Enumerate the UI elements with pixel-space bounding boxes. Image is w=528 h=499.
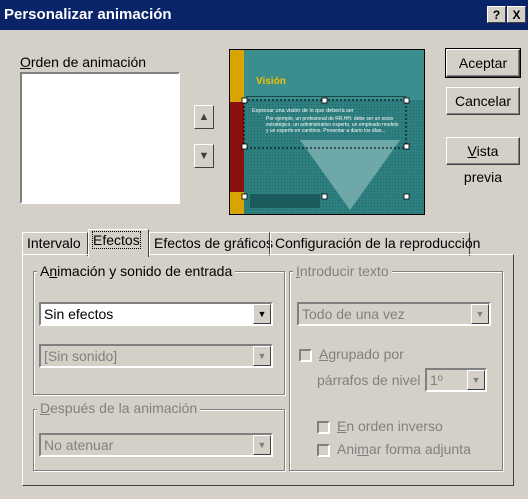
window-title: Personalizar animación bbox=[4, 6, 172, 23]
tab-interval[interactable]: Intervalo bbox=[22, 232, 88, 256]
entry-group-title-a: A bbox=[40, 263, 50, 279]
introduce-text-title: Introducir texto bbox=[293, 263, 392, 279]
help-button[interactable]: ? bbox=[487, 6, 506, 23]
move-up-button[interactable]: ▲ bbox=[194, 105, 214, 129]
introduce-text-title-rest: ntroducir texto bbox=[299, 263, 389, 279]
animate-shape-pre: Ani bbox=[337, 441, 358, 457]
tab-effects-label: Efectos bbox=[92, 231, 141, 249]
entry-effect-select[interactable]: Sin efectos ▼ bbox=[39, 302, 273, 326]
after-animation-value: No atenuar bbox=[44, 437, 114, 453]
animate-shape-mnemonic: m bbox=[357, 441, 369, 457]
slide-preview: Visión Expresar una visión de lo que deb… bbox=[229, 49, 425, 215]
animate-attached-shape-label: Animar forma adjunta bbox=[337, 441, 471, 457]
cancel-button[interactable]: Cancelar bbox=[446, 87, 520, 115]
order-label: Orden de animación bbox=[20, 54, 146, 70]
chevron-down-icon[interactable]: ▼ bbox=[253, 435, 271, 455]
slide-preview-image: Visión Expresar una visión de lo que deb… bbox=[230, 50, 424, 214]
reverse-order-label: En orden inverso bbox=[337, 418, 443, 434]
after-animation-title: Después de la animación bbox=[37, 400, 201, 416]
paragraph-level-select[interactable]: 1º ▼ bbox=[425, 368, 487, 392]
entry-group-title-rest: imación y sonido de entrada bbox=[57, 263, 233, 279]
arrow-up-icon: ▲ bbox=[198, 111, 210, 123]
preview-mnemonic: V bbox=[467, 143, 477, 159]
animation-order-list[interactable] bbox=[20, 72, 180, 204]
tab-chart-effects[interactable]: Efectos de gráficos bbox=[149, 232, 273, 256]
custom-animation-dialog: Personalizar animación ? X Orden de anim… bbox=[0, 0, 528, 499]
chevron-down-icon[interactable]: ▼ bbox=[253, 346, 271, 366]
paragraph-level-label: párrafos de nivel bbox=[317, 372, 421, 388]
slide-title: Visión bbox=[256, 76, 286, 87]
grouped-by-label: Agrupado por bbox=[319, 346, 404, 362]
reverse-order-checkbox[interactable] bbox=[317, 421, 330, 434]
entry-sound-select[interactable]: [Sin sonido] ▼ bbox=[39, 344, 273, 368]
accept-button[interactable]: Aceptar bbox=[445, 48, 521, 78]
move-down-button[interactable]: ▼ bbox=[194, 144, 214, 168]
animate-attached-shape-checkbox[interactable] bbox=[317, 444, 330, 457]
entry-group-title-mnemonic: n bbox=[49, 263, 58, 279]
arrow-down-icon: ▼ bbox=[198, 150, 210, 162]
preview-button[interactable]: Vista previa bbox=[446, 137, 520, 185]
after-animation-select[interactable]: No atenuar ▼ bbox=[39, 433, 273, 457]
animate-shape-rest: ar forma adjunta bbox=[368, 441, 471, 457]
tab-effects[interactable]: Efectos bbox=[88, 229, 149, 257]
effects-tab-panel: Animación y sonido de entrada Sin efecto… bbox=[22, 254, 514, 486]
paragraph-level-value: 1º bbox=[430, 372, 443, 388]
chevron-down-icon[interactable]: ▼ bbox=[467, 370, 485, 390]
order-label-text: rden de animación bbox=[30, 54, 147, 70]
title-bar: Personalizar animación ? X bbox=[0, 0, 528, 30]
grouped-by-mnemonic: A bbox=[319, 346, 329, 362]
introduce-text-value: Todo de una vez bbox=[302, 306, 405, 322]
after-animation-title-rest: espués de la animación bbox=[50, 400, 198, 416]
reverse-order-rest: n orden inverso bbox=[346, 418, 443, 434]
slide-bullet-2: Por ejemplo, un profesional de RR.HH. de… bbox=[266, 116, 399, 134]
entry-group bbox=[33, 271, 285, 395]
chevron-down-icon[interactable]: ▼ bbox=[253, 304, 271, 324]
reverse-order-mnemonic: E bbox=[337, 418, 347, 434]
introduce-text-select[interactable]: Todo de una vez ▼ bbox=[297, 302, 491, 326]
grouped-by-rest: grupado por bbox=[328, 346, 404, 362]
order-label-mnemonic: O bbox=[20, 54, 31, 70]
entry-group-title: Animación y sonido de entrada bbox=[37, 263, 236, 279]
entry-sound-value: [Sin sonido] bbox=[44, 348, 118, 364]
chevron-down-icon[interactable]: ▼ bbox=[471, 304, 489, 324]
slide-bullet-1: Expresar una visión de lo que debería se… bbox=[252, 108, 354, 114]
entry-effect-value: Sin efectos bbox=[44, 306, 114, 322]
after-animation-title-mnemonic: D bbox=[40, 400, 51, 416]
tab-playback-settings[interactable]: Configuración de la reproducción bbox=[270, 232, 480, 256]
grouped-by-checkbox[interactable] bbox=[299, 349, 312, 362]
close-button[interactable]: X bbox=[507, 6, 526, 23]
